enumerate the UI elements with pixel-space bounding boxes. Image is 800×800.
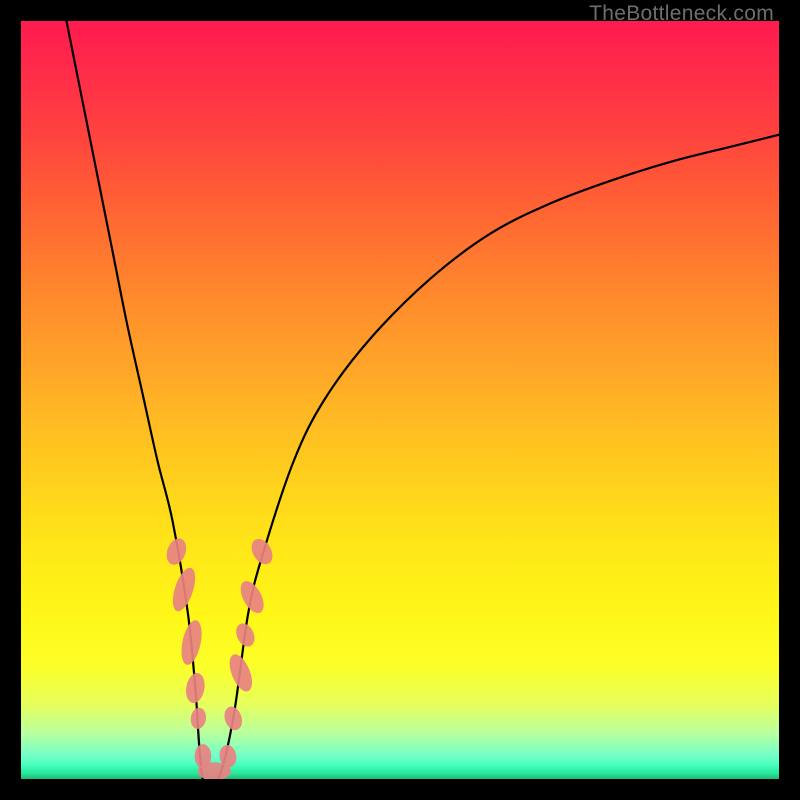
curve-marker <box>163 536 189 568</box>
bottleneck-curve <box>66 21 779 779</box>
chart-frame <box>21 21 779 779</box>
curve-marker <box>222 704 245 732</box>
chart-svg <box>21 21 779 779</box>
curve-marker <box>189 707 207 730</box>
curve-marker <box>225 651 257 694</box>
curve-markers <box>163 535 277 779</box>
curve-marker <box>247 535 276 568</box>
curve-marker <box>236 577 268 616</box>
curve-marker <box>178 618 205 666</box>
curve-marker <box>233 620 258 649</box>
curve-marker <box>168 565 199 614</box>
curve-marker <box>184 672 207 705</box>
